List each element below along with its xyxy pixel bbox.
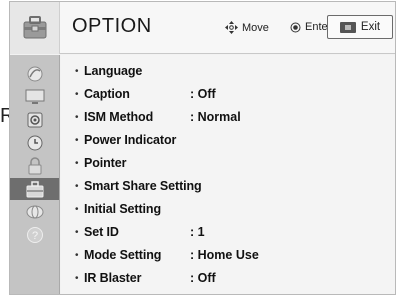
sidebar-item-network[interactable] — [10, 201, 59, 223]
menu-item-label: Power Indicator — [84, 133, 177, 147]
menu-item-value: : Normal — [190, 110, 241, 124]
bullet: • — [75, 65, 79, 77]
move-hint: Move — [225, 21, 269, 34]
monitor-icon — [25, 89, 44, 104]
menu-item-value: : Off — [190, 87, 216, 101]
menu-item-mode-setting[interactable]: • Mode Setting : Home Use — [75, 245, 375, 265]
enter-dot-icon — [290, 22, 301, 32]
speaker-icon — [27, 112, 42, 128]
menu-item-label: Mode Setting — [84, 248, 162, 262]
enter-hint: Enter — [290, 21, 331, 33]
menu-item-caption[interactable]: • Caption : Off — [75, 84, 375, 104]
dpad-arrows-icon — [225, 21, 238, 34]
lock-icon — [28, 157, 41, 175]
sidebar-item-channel[interactable] — [10, 63, 59, 85]
category-sidebar: ? — [10, 55, 60, 294]
bullet: • — [75, 203, 79, 215]
menu-item-value: : Home Use — [190, 248, 259, 262]
sidebar-item-lock[interactable] — [10, 155, 59, 177]
menu-item-set-id[interactable]: • Set ID : 1 — [75, 222, 375, 242]
satellite-dish-icon — [27, 66, 42, 82]
bullet: • — [75, 272, 79, 284]
sidebar-item-picture[interactable] — [10, 86, 59, 108]
menu-item-label: Pointer — [84, 156, 127, 170]
exit-button[interactable]: Exit — [327, 15, 393, 39]
menu-item-ism-method[interactable]: • ISM Method : Normal — [75, 107, 375, 127]
menu-item-label: Set ID — [84, 225, 119, 239]
exit-key-icon — [339, 21, 356, 33]
option-list: • Language • Caption : Off • ISM Method … — [61, 55, 395, 294]
bullet: • — [75, 226, 79, 238]
sidebar-item-audio[interactable] — [10, 109, 59, 131]
menu-item-ir-blaster[interactable]: • IR Blaster : Off — [75, 268, 375, 288]
menu-item-label: ISM Method — [84, 110, 154, 124]
bullet: • — [75, 134, 79, 146]
menu-item-initial-setting[interactable]: • Initial Setting — [75, 199, 161, 219]
svg-text:?: ? — [31, 230, 37, 242]
menu-item-label: Caption — [84, 87, 130, 101]
sidebar-item-time[interactable] — [10, 132, 59, 154]
menu-item-language[interactable]: • Language — [75, 61, 142, 81]
menu-item-smart-share-setting[interactable]: • Smart Share Setting — [75, 176, 202, 196]
bullet: • — [75, 180, 79, 192]
menu-item-value: : 1 — [190, 225, 205, 239]
page-title: OPTION — [72, 15, 152, 37]
exit-button-label: Exit — [360, 21, 381, 33]
network-globe-icon — [26, 205, 43, 219]
header-option-icon — [10, 2, 60, 54]
clock-icon — [27, 135, 42, 151]
option-menu-window: OPTION Move Enter Exit ? • Language • Ca… — [9, 1, 396, 295]
menu-header: OPTION Move Enter Exit — [10, 2, 395, 54]
menu-item-label: Initial Setting — [84, 202, 161, 216]
move-hint-label: Move — [242, 21, 269, 34]
option-toolbox-icon — [26, 180, 43, 197]
sidebar-item-option[interactable] — [10, 178, 59, 200]
menu-item-label: IR Blaster — [84, 271, 142, 285]
bullet: • — [75, 111, 79, 123]
menu-item-pointer[interactable]: • Pointer — [75, 153, 126, 173]
bullet: • — [75, 249, 79, 261]
bullet: • — [75, 157, 79, 169]
menu-item-power-indicator[interactable]: • Power Indicator — [75, 130, 176, 150]
menu-item-label: Language — [84, 64, 143, 78]
menu-item-label: Smart Share Setting — [84, 179, 202, 193]
help-question-icon: ? — [26, 227, 43, 243]
sidebar-item-support[interactable]: ? — [10, 224, 59, 246]
menu-item-value: : Off — [190, 271, 216, 285]
bullet: • — [75, 88, 79, 100]
